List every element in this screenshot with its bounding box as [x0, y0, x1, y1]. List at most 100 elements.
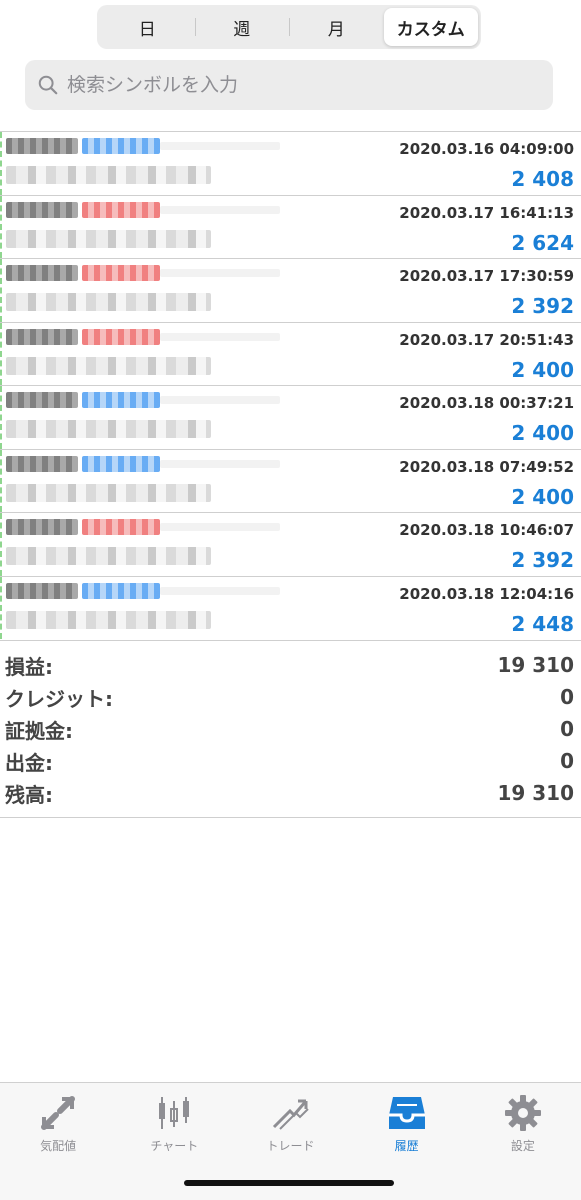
summary-value: 0: [560, 749, 574, 773]
deal-profit: 2 400: [511, 484, 574, 509]
deal-time: 2020.03.18 00:37:21: [399, 394, 574, 412]
deal-row[interactable]: 2020.03.17 17:30:59 2 392: [0, 258, 581, 322]
summary-value: 0: [560, 685, 574, 709]
deal-profit: 2 392: [511, 294, 574, 318]
price-redacted: [6, 610, 211, 629]
summary-row: 出金: 0: [0, 745, 581, 777]
price-redacted: [6, 293, 211, 311]
summary-value: 0: [560, 717, 574, 741]
search-bar: [25, 60, 553, 110]
summary-label: クレジット:: [5, 686, 113, 711]
segment-week[interactable]: 週: [194, 8, 290, 46]
deal-time: 2020.03.16 04:09:00: [399, 140, 574, 158]
symbol-redacted: [6, 138, 78, 154]
account-summary: 損益: 19 310 クレジット: 0 証拠金: 0 出金: 0 残高: 19 310: [0, 640, 581, 818]
summary-value: 19 310: [497, 653, 574, 677]
redacted-detail: [160, 523, 280, 531]
tab-label: 履歴: [394, 1139, 419, 1153]
status-marker: [0, 386, 2, 449]
deal-profit: 2 624: [511, 230, 574, 255]
segment-custom[interactable]: カスタム: [383, 8, 478, 46]
deal-time: 2020.03.18 07:49:52: [399, 457, 574, 476]
price-redacted: [6, 229, 211, 248]
tab-settings[interactable]: 設定: [465, 1083, 581, 1200]
deal-row[interactable]: 2020.03.16 04:09:00 2 408: [0, 131, 581, 195]
deal-time: 2020.03.17 17:30:59: [399, 267, 574, 285]
price-redacted: [6, 166, 211, 184]
settings-icon: [504, 1095, 541, 1131]
deal-row[interactable]: 2020.03.18 07:49:52 2 400: [0, 448, 581, 512]
deals-list: 2020.03.16 04:09:00 2 408 2020.03.17 16:41…: [0, 131, 581, 639]
deal-type-redacted: [82, 328, 160, 345]
segment-day[interactable]: 日: [100, 8, 195, 46]
symbol-redacted: [6, 201, 78, 218]
price-redacted: [6, 356, 211, 375]
summary-value: 19 310: [497, 781, 574, 805]
deal-type-redacted: [82, 201, 160, 218]
deal-time: 2020.03.17 20:51:43: [399, 330, 574, 349]
redacted-detail: [160, 459, 280, 468]
status-marker: [0, 259, 2, 322]
deal-time: 2020.03.17 16:41:13: [399, 203, 574, 222]
deal-profit: 2 400: [511, 421, 574, 445]
status-marker: [0, 576, 2, 639]
tab-label: 気配値: [40, 1139, 77, 1153]
deal-type-redacted: [82, 265, 160, 281]
status-marker: [0, 195, 2, 258]
deal-time: 2020.03.18 12:04:16: [399, 584, 574, 603]
summary-label: 残高:: [5, 782, 53, 807]
tab-label: 設定: [510, 1139, 535, 1153]
tab-label: トレード: [266, 1139, 315, 1153]
search-icon: [38, 75, 58, 95]
summary-label: 出金:: [5, 750, 53, 775]
chart-icon: [159, 1097, 190, 1129]
history-icon: [388, 1097, 425, 1129]
tab-quotes[interactable]: 気配値: [0, 1083, 116, 1200]
home-indicator: [184, 1180, 394, 1186]
symbol-redacted: [6, 582, 78, 599]
price-redacted: [6, 483, 211, 502]
deal-type-redacted: [82, 582, 160, 599]
deal-row[interactable]: 2020.03.18 12:04:16 2 448: [0, 575, 581, 639]
segment-month[interactable]: 月: [289, 8, 384, 46]
symbol-redacted: [6, 328, 78, 345]
summary-label: 損益:: [5, 654, 53, 679]
redacted-detail: [160, 205, 280, 214]
summary-row: 残高: 19 310: [0, 777, 581, 809]
deal-type-redacted: [82, 392, 160, 408]
status-marker: [0, 449, 2, 512]
deal-type-redacted: [82, 138, 160, 154]
symbol-redacted: [6, 519, 78, 535]
deal-type-redacted: [82, 519, 160, 535]
period-segmented-control: 日 週 月 カスタム: [97, 5, 481, 49]
price-redacted: [6, 547, 211, 565]
redacted-detail: [160, 396, 280, 404]
summary-row: 損益: 19 310: [0, 649, 581, 681]
redacted-detail: [160, 269, 280, 277]
price-redacted: [6, 420, 211, 438]
deal-row[interactable]: 2020.03.18 00:37:21 2 400: [0, 385, 581, 449]
search-input[interactable]: [67, 74, 527, 96]
deal-time: 2020.03.18 10:46:07: [399, 521, 574, 539]
symbol-redacted: [6, 265, 78, 281]
status-marker: [0, 132, 2, 195]
summary-label: 証拠金:: [5, 718, 73, 743]
deal-row[interactable]: 2020.03.17 20:51:43 2 400: [0, 321, 581, 385]
deal-profit: 2 408: [511, 167, 574, 191]
summary-row: 証拠金: 0: [0, 713, 581, 745]
deal-row[interactable]: 2020.03.18 10:46:07 2 392: [0, 512, 581, 576]
tab-label: チャート: [150, 1139, 199, 1153]
deal-profit: 2 400: [511, 357, 574, 382]
redacted-detail: [160, 586, 280, 595]
deal-type-redacted: [82, 455, 160, 472]
status-marker: [0, 322, 2, 385]
quotes-icon: [41, 1096, 76, 1130]
symbol-redacted: [6, 392, 78, 408]
status-marker: [0, 513, 2, 576]
deal-profit: 2 448: [511, 611, 574, 636]
deal-profit: 2 392: [511, 548, 574, 572]
trade-icon: [273, 1099, 310, 1130]
redacted-detail: [160, 142, 280, 150]
deal-row[interactable]: 2020.03.17 16:41:13 2 624: [0, 194, 581, 258]
symbol-redacted: [6, 455, 78, 472]
